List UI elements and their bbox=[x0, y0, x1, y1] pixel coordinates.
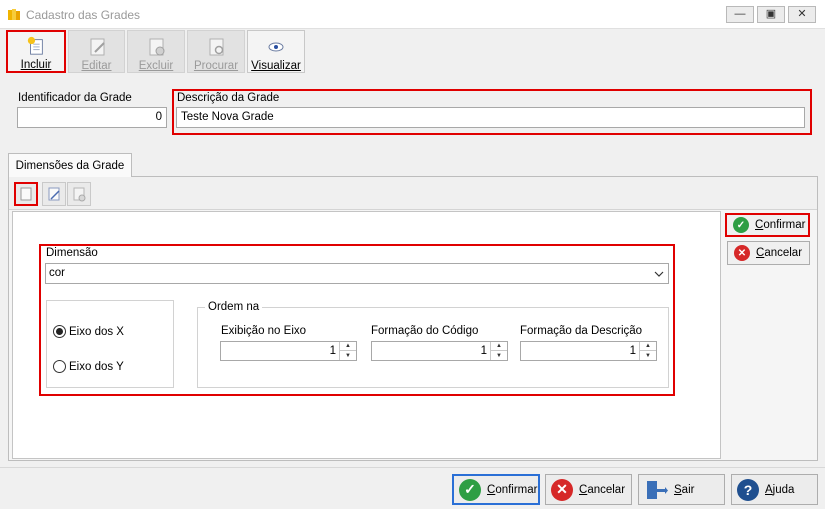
delete-document-icon bbox=[149, 38, 165, 56]
descricao-field[interactable]: Teste Nova Grade bbox=[176, 107, 805, 128]
eixo-y-label: Eixo dos Y bbox=[69, 361, 124, 373]
codigo-arrows: ▲ ▼ bbox=[490, 342, 507, 360]
minimize-icon[interactable]: — bbox=[726, 6, 754, 23]
side-cancel-label: Cancelar bbox=[756, 247, 803, 259]
confirm-button[interactable]: ✓ Confirmar bbox=[452, 474, 540, 505]
title-bar: Cadastro das Grades — ▣ ✕ bbox=[0, 0, 825, 29]
ajuda-button[interactable]: ? Ajuda bbox=[731, 474, 818, 505]
edit-document-icon bbox=[90, 38, 105, 56]
exit-door-icon bbox=[647, 480, 668, 499]
eixo-x-radio[interactable] bbox=[53, 325, 66, 338]
exibicao-arrows: ▲ ▼ bbox=[339, 342, 356, 360]
confirm-label: Confirmar bbox=[487, 483, 538, 496]
spin-down-icon[interactable]: ▼ bbox=[491, 351, 507, 360]
spin-up-icon[interactable]: ▲ bbox=[640, 342, 656, 351]
side-confirm-label: Confirmar bbox=[755, 219, 806, 231]
identificador-label: Identificador da Grade bbox=[18, 92, 132, 104]
ordem-label: Ordem na bbox=[205, 301, 263, 313]
visualizar-label: Visualizar bbox=[251, 60, 301, 72]
formacao-descricao-label: Formação da Descrição bbox=[520, 325, 643, 337]
tab-dimensoes-label: Dimensões da Grade bbox=[15, 159, 125, 172]
spin-down-icon[interactable]: ▼ bbox=[340, 351, 356, 360]
cancel-label: Cancelar bbox=[579, 483, 626, 496]
edit-dimension-button[interactable] bbox=[42, 182, 66, 206]
sair-label: Sair bbox=[674, 483, 695, 496]
main-toolbar: Incluir Editar Excluir Procurar Visualiz… bbox=[0, 29, 825, 77]
dimensao-selected: cor bbox=[49, 267, 65, 279]
editar-label: Editar bbox=[81, 60, 112, 72]
cancel-icon: ✕ bbox=[551, 478, 573, 501]
chevron-down-icon bbox=[654, 271, 664, 277]
grid-toolbar bbox=[9, 177, 817, 210]
descricao-label: Descrição da Grade bbox=[177, 92, 280, 104]
eye-icon bbox=[268, 42, 284, 52]
axis-group bbox=[46, 300, 174, 388]
help-icon: ? bbox=[737, 478, 759, 501]
add-dimension-button[interactable] bbox=[14, 182, 38, 206]
side-cancel-button[interactable]: ✕ Cancelar bbox=[727, 241, 810, 265]
delete-dimension-button[interactable] bbox=[67, 182, 91, 206]
check-icon: ✓ bbox=[459, 478, 481, 501]
new-item-icon bbox=[20, 187, 32, 201]
formacao-descricao-value: 1 bbox=[629, 345, 636, 357]
sair-button[interactable]: Sair bbox=[638, 474, 725, 505]
spin-down-icon[interactable]: ▼ bbox=[640, 351, 656, 360]
identificador-field[interactable]: 0 bbox=[17, 107, 167, 128]
restore-icon[interactable]: ▣ bbox=[757, 6, 785, 23]
codigo-spinner[interactable]: 1 ▲ ▼ bbox=[371, 341, 508, 361]
formacao-descricao-spinner[interactable]: 1 ▲ ▼ bbox=[520, 341, 657, 361]
check-icon: ✓ bbox=[733, 217, 749, 233]
procurar-label: Procurar bbox=[193, 60, 239, 72]
exibicao-label: Exibição no Eixo bbox=[221, 325, 307, 337]
close-icon[interactable]: ✕ bbox=[788, 6, 816, 23]
tab-dimensoes[interactable]: Dimensões da Grade bbox=[8, 153, 132, 177]
eixo-y-radio[interactable] bbox=[53, 360, 66, 373]
codigo-value: 1 bbox=[480, 345, 487, 357]
new-document-icon bbox=[27, 36, 43, 55]
delete-item-icon bbox=[73, 187, 86, 202]
codigo-label: Formação do Código bbox=[371, 325, 479, 337]
search-document-icon bbox=[209, 38, 224, 56]
dimensao-select[interactable]: cor bbox=[45, 263, 669, 284]
editar-button[interactable]: Editar bbox=[68, 30, 125, 73]
cancel-icon: ✕ bbox=[734, 245, 750, 261]
cancel-button[interactable]: ✕ Cancelar bbox=[545, 474, 632, 505]
formacao-descricao-arrows: ▲ ▼ bbox=[639, 342, 656, 360]
incluir-button[interactable]: Incluir bbox=[6, 30, 66, 73]
app-icon bbox=[8, 9, 20, 20]
procurar-button[interactable]: Procurar bbox=[187, 30, 245, 73]
ajuda-label: Ajuda bbox=[765, 483, 795, 496]
excluir-label: Excluir bbox=[138, 60, 174, 72]
incluir-label: Incluir bbox=[20, 59, 52, 71]
exibicao-value: 1 bbox=[329, 345, 336, 357]
excluir-button[interactable]: Excluir bbox=[127, 30, 185, 73]
edit-item-icon bbox=[48, 187, 60, 201]
spin-up-icon[interactable]: ▲ bbox=[491, 342, 507, 351]
dimensao-label: Dimensão bbox=[46, 247, 98, 259]
visualizar-button[interactable]: Visualizar bbox=[247, 30, 305, 73]
exibicao-spinner[interactable]: 1 ▲ ▼ bbox=[220, 341, 357, 361]
spin-up-icon[interactable]: ▲ bbox=[340, 342, 356, 351]
window-title: Cadastro das Grades bbox=[26, 8, 141, 22]
eixo-x-label: Eixo dos X bbox=[69, 326, 124, 338]
side-confirm-button[interactable]: ✓ Confirmar bbox=[725, 213, 810, 237]
bottom-divider bbox=[0, 467, 825, 468]
